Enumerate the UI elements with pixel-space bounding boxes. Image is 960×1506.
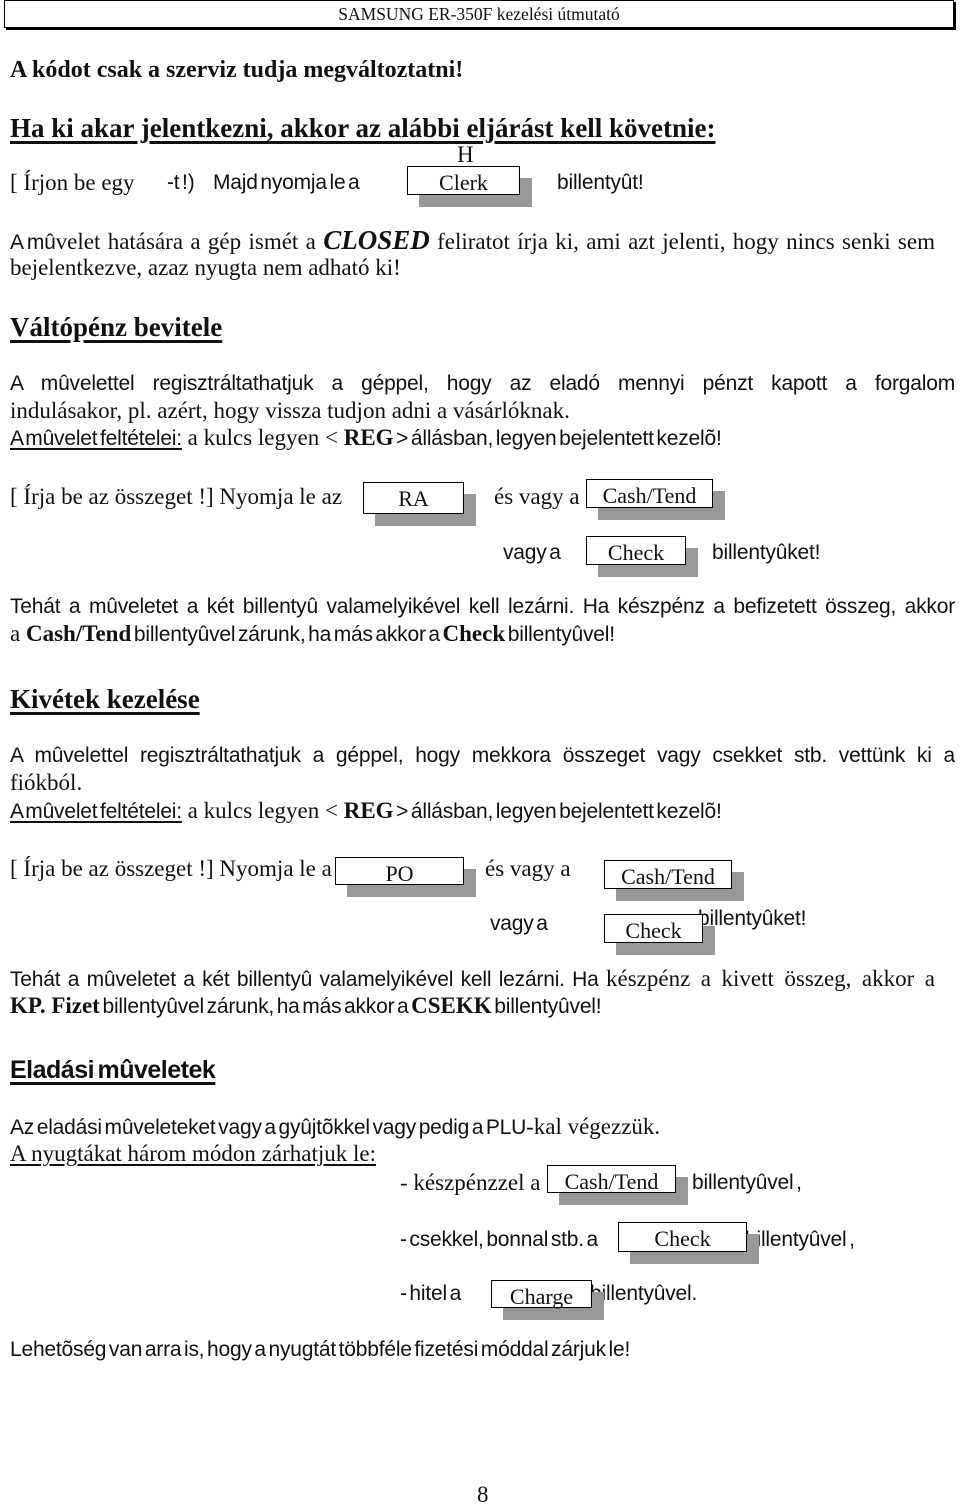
withdrawal-heading: Kivétek kezelése (10, 684, 200, 714)
ra-key-label: RA (398, 486, 429, 511)
conditions-run: a kulcs legyen < (181, 798, 344, 823)
check-key-label: Check (625, 918, 682, 943)
summary-run: Tehát a mûveletet a két billentyû valame… (10, 968, 607, 991)
float-step-text: [ Írja be az összeget !] Nyomja le az (10, 484, 343, 509)
float-summary-line2: a Cash/Tend billentyûvel zárunk, ha más … (10, 620, 615, 647)
result-run: feliratot írja ki, ami azt jelenti, hogy… (429, 229, 935, 254)
conditions-run: a kulcs legyen < (181, 425, 344, 450)
summary-run: billentyûvel! (491, 995, 602, 1018)
closing-methods-label: A nyugtákat három módon zárhatjuk le: (10, 1140, 376, 1167)
float-step-or2: vagy a (503, 541, 561, 564)
withdrawal-step-end: billentyûket! (698, 907, 807, 930)
option-cash-text: - készpénzzel a (400, 1170, 541, 1195)
charge-key-label: Charge (509, 1284, 574, 1309)
key-caption: H (457, 142, 474, 167)
withdrawal-step-text: [ Írja be az összeget !] Nyomja le a (10, 856, 332, 881)
logout-heading: Ha ki akar jelentkezni, akkor az alábbi … (10, 113, 716, 143)
option-check-end: billentyûvel , (745, 1228, 855, 1251)
charge-key: Charge (491, 1280, 592, 1309)
intro-run: Az eladási mûveleteket vagy a gyûjtõkkel… (10, 1116, 527, 1139)
cash-tend-key: Cash/Tend (547, 1165, 676, 1194)
po-key-label: PO (385, 861, 414, 886)
mixed-payment-note: Lehetõség van arra is, hogy a nyugtát tö… (10, 1338, 631, 1361)
cash-tend-key-label: Cash/Tend (564, 1169, 659, 1194)
float-summary-line1: Tehát a mûveletet a két billentyû valame… (10, 595, 955, 618)
cash-tend-key-label: Cash/Tend (621, 864, 715, 889)
withdrawal-description-line1: A mûvelettel regisztráltathatjuk a géppe… (10, 744, 955, 767)
result-run: velet hatására a gép ismét a (55, 229, 324, 254)
closed-label: CLOSED (323, 227, 430, 254)
summary-run: a (10, 621, 26, 646)
cash-tend-key-label: Cash/Tend (602, 483, 697, 508)
float-conditions: A mûvelet feltételei: a kulcs legyen < R… (10, 424, 722, 451)
withdrawal-summary-line2: KP. Fizet billentyûvel zárunk, ha más ak… (10, 992, 602, 1019)
float-entry-heading: Váltópénz bevitele (10, 312, 223, 342)
ra-key: RA (363, 482, 464, 514)
summary-key-name: CSEKK (411, 993, 492, 1018)
page-header: SAMSUNG ER-350F kezelési útmutató (4, 0, 954, 28)
float-step-end: billentyûket! (712, 541, 821, 564)
conditions-run: > állásban, legyen bejelentett kezelõ! (393, 800, 722, 823)
withdrawal-step-or2: vagy a (490, 912, 548, 935)
logout-step-part4: billentyût! (557, 171, 644, 194)
summary-key-name: Check (442, 621, 506, 646)
option-check-text: - csekkel, bonnal stb. a (400, 1228, 598, 1251)
logout-step-part2: -t !) (167, 171, 195, 194)
cash-tend-key: Cash/Tend (586, 479, 713, 508)
page-number: 8 (477, 1482, 489, 1506)
conditions-label: A mûvelet feltételei: (10, 427, 182, 450)
service-code-notice: A kódot csak a szerviz tudja megváltozta… (10, 57, 464, 83)
clerk-key-label: Clerk (439, 170, 488, 195)
summary-run: készpénz a kivett összeg, akkor a (606, 966, 935, 991)
logout-result-line2: bejelentkezve, azaz nyugta nem adható ki… (10, 255, 401, 280)
cash-tend-key: Cash/Tend (604, 860, 732, 889)
withdrawal-description-line2: fiókból. (10, 770, 83, 795)
intro-run: -kal végezzük. (526, 1114, 661, 1139)
sales-intro: Az eladási mûveleteket vagy a gyûjtõkkel… (10, 1113, 660, 1140)
option-charge-text: - hitel a (400, 1282, 462, 1305)
clerk-key: Clerk (407, 166, 520, 195)
float-description-line1: A mûvelettel regisztráltathatjuk a géppe… (10, 372, 955, 395)
withdrawal-conditions: A mûvelet feltételei: a kulcs legyen < R… (10, 797, 722, 824)
result-run: A mû (10, 231, 56, 254)
logout-result-line1: A mûvelet hatására a gép ismét a CLOSED … (10, 227, 935, 254)
closing-methods-text: A nyugtákat három módon zárhatjuk le: (10, 1141, 376, 1166)
float-description-line2: indulásakor, pl. azért, hogy vissza tudj… (10, 398, 570, 423)
manual-page: SAMSUNG ER-350F kezelési útmutató A kódo… (0, 0, 960, 1506)
reg-label: REG (343, 425, 394, 450)
withdrawal-step-or: és vagy a (485, 856, 571, 881)
check-key: Check (586, 536, 686, 565)
conditions-label: A mûvelet feltételei: (10, 800, 182, 823)
check-key: Check (618, 1222, 747, 1252)
summary-key-name: Cash/Tend (25, 621, 132, 646)
sales-heading: Eladási mûveletek (10, 1056, 216, 1084)
po-key: PO (335, 857, 464, 886)
logout-step-part1: [ Írjon be egy (10, 170, 135, 195)
option-cash-end: billentyûvel , (692, 1171, 802, 1194)
float-step-or: és vagy a (494, 484, 580, 509)
summary-run: billentyûvel zárunk, ha más akkor a (131, 623, 443, 646)
header-title: SAMSUNG ER-350F kezelési útmutató (338, 4, 620, 24)
check-key-label: Check (607, 540, 665, 565)
conditions-run: > állásban, legyen bejelentett kezelõ! (393, 427, 722, 450)
option-charge-end: billentyûvel. (590, 1282, 698, 1305)
summary-run: billentyûvel zárunk, ha más akkor a (99, 995, 412, 1018)
check-key-label: Check (654, 1226, 711, 1251)
logout-step-part3: Majd nyomja le a (213, 171, 360, 194)
summary-key-name: KP. Fizet (10, 993, 100, 1018)
check-key: Check (604, 914, 703, 943)
withdrawal-summary-line1: Tehát a mûveletet a két billentyû valame… (10, 965, 935, 992)
summary-run: billentyûvel! (505, 623, 615, 646)
reg-label: REG (343, 798, 394, 823)
